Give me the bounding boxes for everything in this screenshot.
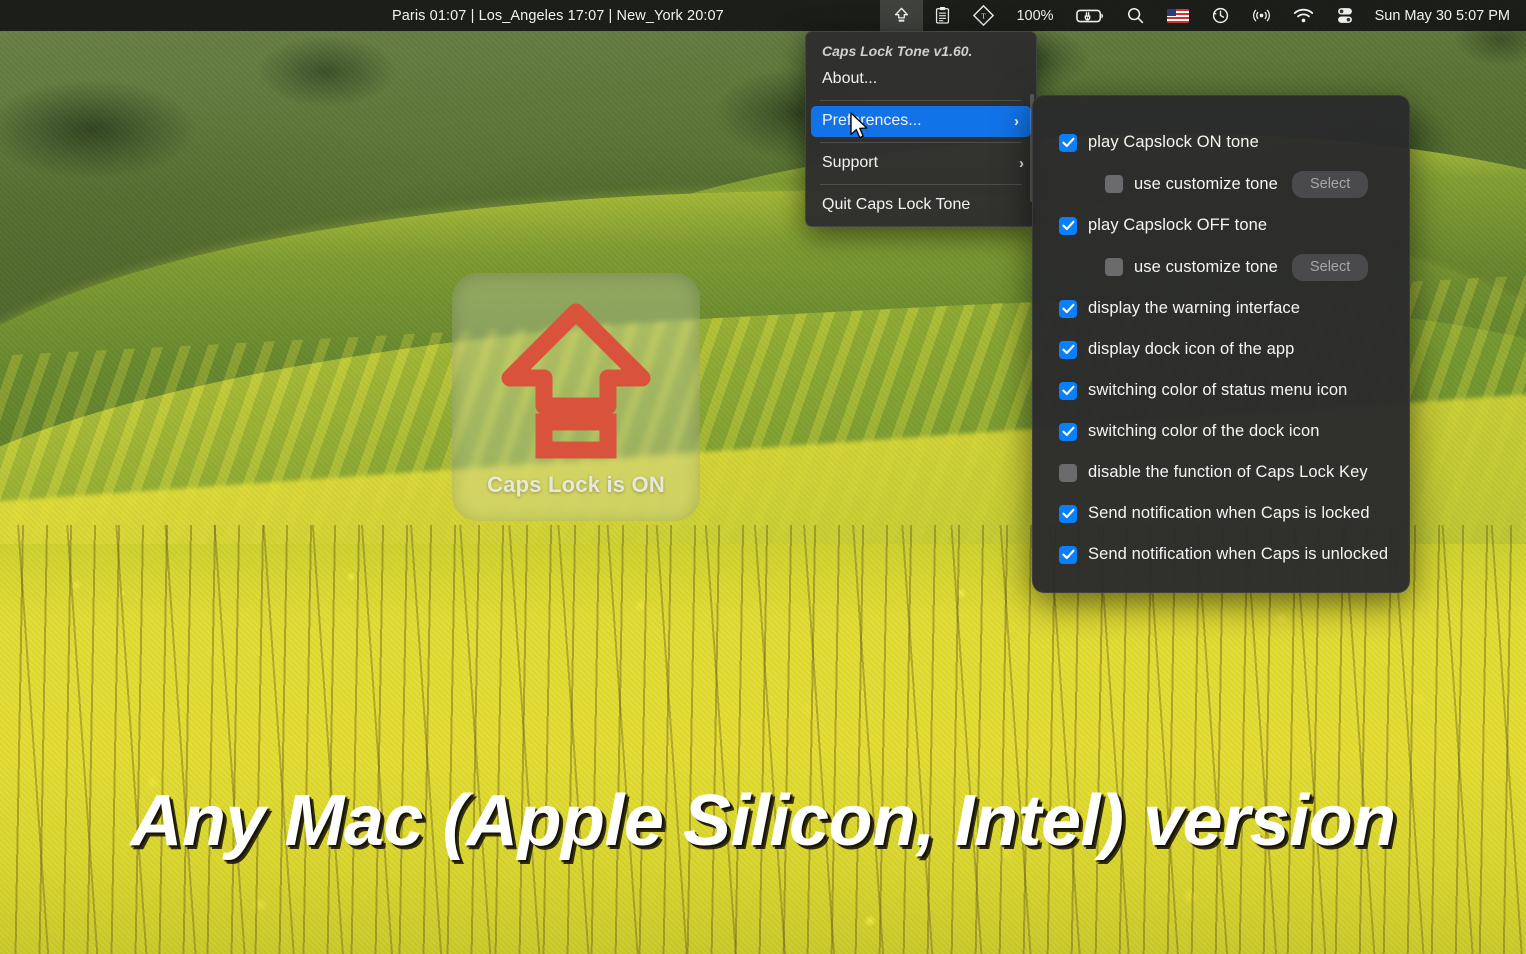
menu-item-preferences[interactable]: Preferences... › (811, 106, 1031, 137)
checkbox-notify-caps-locked[interactable] (1059, 504, 1077, 523)
diamond-t-icon: T (973, 5, 995, 26)
checkbox-use-customize-tone-on[interactable] (1105, 175, 1123, 193)
broadcast-icon (1252, 9, 1270, 22)
menu-item-quit-label: Quit Caps Lock Tone (822, 196, 971, 213)
checkbox-play-capslock-on[interactable] (1059, 133, 1077, 152)
time-machine-icon[interactable] (1200, 0, 1241, 31)
select-tone-on-button[interactable]: Select (1291, 170, 1369, 198)
menu-item-about[interactable]: About... (806, 64, 1036, 95)
pref-row-warning-interface[interactable]: display the warning interface (1033, 288, 1409, 329)
control-center-icon (1337, 8, 1352, 23)
svg-text:T: T (982, 11, 987, 20)
wifi-icon (1293, 8, 1313, 23)
pref-label: switching color of status menu icon (1088, 381, 1348, 399)
clipboard-status-icon[interactable] (923, 0, 962, 31)
pref-row-dock-icon[interactable]: display dock icon of the app (1033, 329, 1409, 370)
menu-separator (820, 142, 1022, 143)
battery-charging-icon (1075, 9, 1103, 22)
caps-lock-arrow-icon (501, 303, 651, 459)
clipboard-icon (936, 6, 950, 24)
pref-label: play Capslock OFF tone (1088, 216, 1268, 234)
preferences-panel: play Capslock ON tone use customize tone… (1032, 95, 1410, 593)
pref-label: switching color of the dock icon (1088, 422, 1320, 440)
checkbox-notify-caps-unlocked[interactable] (1059, 545, 1077, 564)
checkbox-use-customize-tone-off[interactable] (1105, 258, 1123, 276)
battery-status-icon[interactable] (1065, 0, 1115, 31)
promo-banner-text: Any Mac (Apple Silicon, Intel) version (130, 781, 1396, 861)
pref-row-switch-dock-color[interactable]: switching color of the dock icon (1033, 411, 1409, 452)
menu-version-header: Caps Lock Tone v1.60. (822, 43, 973, 59)
spotlight-search-icon[interactable] (1115, 0, 1156, 31)
checkbox-disable-caps-lock-key[interactable] (1059, 463, 1077, 482)
check-icon (1061, 549, 1074, 560)
pref-row-custom-on-tone[interactable]: use customize tone Select (1033, 163, 1409, 205)
checkbox-display-warning-interface[interactable] (1059, 299, 1077, 318)
pref-row-custom-off-tone[interactable]: use customize tone Select (1033, 246, 1409, 288)
menu-item-quit[interactable]: Quit Caps Lock Tone (806, 190, 1036, 221)
pref-row-play-off-tone[interactable]: play Capslock OFF tone (1033, 205, 1409, 246)
pref-label: display dock icon of the app (1088, 340, 1295, 358)
search-icon (1127, 7, 1143, 24)
check-icon (1061, 137, 1074, 148)
check-icon (1061, 220, 1074, 231)
textual-status-icon[interactable]: T (962, 0, 1005, 31)
caps-lock-hud-overlay: Caps Lock is ON (452, 273, 700, 521)
pref-label: Send notification when Caps is locked (1088, 504, 1370, 522)
pref-label: play Capslock ON tone (1088, 133, 1259, 151)
pref-row-play-on-tone[interactable]: play Capslock ON tone (1033, 122, 1409, 163)
control-center-icon[interactable] (1325, 0, 1365, 31)
menu-item-preferences-label: Preferences... (822, 112, 922, 129)
caps-lock-status-icon[interactable] (880, 0, 924, 31)
wifi-status-icon[interactable] (1282, 0, 1325, 31)
chevron-right-icon: › (1014, 112, 1019, 130)
clock-history-icon (1212, 7, 1228, 24)
battery-percent-text: 100% (1016, 7, 1054, 24)
checkbox-play-capslock-off[interactable] (1059, 216, 1077, 235)
check-icon (1061, 303, 1074, 314)
pref-row-disable-caps-key[interactable]: disable the function of Caps Lock Key (1033, 452, 1409, 493)
menu-separator (820, 184, 1022, 185)
pref-row-notify-unlocked[interactable]: Send notification when Caps is unlocked (1033, 534, 1409, 575)
menu-item-support-label: Support (822, 154, 879, 171)
chevron-right-icon: › (1019, 154, 1024, 172)
desktop-screen: Paris 01:07 | Los_Angeles 17:07 | New_Yo… (0, 0, 1526, 954)
check-icon (1061, 385, 1074, 396)
check-icon (1061, 508, 1074, 519)
pref-label: display the warning interface (1088, 299, 1301, 317)
battery-percent-label[interactable]: 100% (1005, 0, 1064, 31)
menu-bar: Paris 01:07 | Los_Angeles 17:07 | New_Yo… (0, 0, 1526, 31)
menu-separator (820, 100, 1022, 101)
pref-row-notify-locked[interactable]: Send notification when Caps is locked (1033, 493, 1409, 534)
caps-lock-tone-menu: Caps Lock Tone v1.60. About... Preferenc… (805, 31, 1037, 227)
checkbox-display-dock-icon[interactable] (1059, 340, 1077, 359)
check-icon (1061, 426, 1074, 437)
menubar-status-items: T 100% Sun May 30 5:07 PM (880, 0, 1526, 31)
pref-row-switch-status-color[interactable]: switching color of status menu icon (1033, 370, 1409, 411)
checkbox-switching-color-status-menu[interactable] (1059, 381, 1077, 400)
check-icon (1061, 344, 1074, 355)
select-tone-off-button[interactable]: Select (1291, 253, 1369, 281)
menu-item-support[interactable]: Support › (806, 148, 1036, 179)
pref-label: Send notification when Caps is unlocked (1088, 545, 1389, 563)
pref-label: use customize tone (1134, 174, 1278, 193)
menu-item-about-label: About... (822, 70, 878, 87)
hud-status-text: Caps Lock is ON (487, 472, 665, 497)
airplay-status-icon[interactable] (1241, 0, 1282, 31)
pref-label: use customize tone (1134, 257, 1278, 276)
world-clocks-status-item[interactable]: Paris 01:07 | Los_Angeles 17:07 | New_Yo… (392, 8, 724, 24)
us-flag-icon (1166, 8, 1189, 23)
input-language-flag[interactable] (1156, 0, 1200, 31)
menubar-clock[interactable]: Sun May 30 5:07 PM (1365, 8, 1516, 24)
caps-lock-arrow-icon (895, 7, 909, 22)
checkbox-switching-color-dock-icon[interactable] (1059, 422, 1077, 441)
pref-label: disable the function of Caps Lock Key (1088, 463, 1368, 481)
